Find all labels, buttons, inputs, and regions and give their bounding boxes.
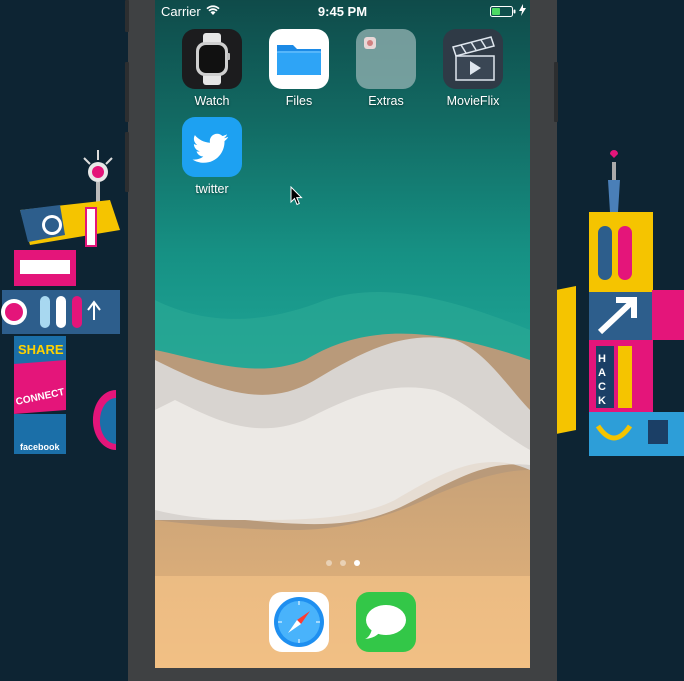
- dock: [155, 576, 530, 668]
- extras-folder-icon: [356, 29, 416, 89]
- app-movieflix[interactable]: MovieFlix: [435, 29, 511, 108]
- app-label-files: Files: [285, 94, 313, 108]
- compass-icon[interactable]: [269, 592, 329, 652]
- facebook-tower-illustration: SHARE CONNECT facebook: [1, 150, 120, 454]
- home-screen: Carrier 9:45 PM Watch Files Extras Movie…: [155, 0, 530, 668]
- speech-bubble-icon[interactable]: [356, 592, 416, 652]
- page-dot[interactable]: [325, 560, 332, 566]
- svg-text:C: C: [598, 381, 606, 393]
- twitter-bird-icon: [182, 117, 242, 177]
- svg-text:H: H: [598, 353, 606, 365]
- folder-icon: [269, 29, 329, 89]
- clapperboard-icon: [443, 29, 503, 89]
- page-dot-active[interactable]: [353, 560, 360, 566]
- page-indicator[interactable]: [155, 560, 530, 568]
- app-label-movieflix: MovieFlix: [446, 94, 500, 108]
- app-files[interactable]: Files: [261, 29, 337, 108]
- mute-switch: [125, 0, 129, 32]
- app-watch[interactable]: Watch: [174, 29, 250, 108]
- volume-up-button: [125, 62, 129, 122]
- app-extras[interactable]: Extras: [348, 29, 424, 108]
- svg-text:facebook: facebook: [20, 442, 61, 452]
- clock-time: 9:45 PM: [317, 4, 368, 19]
- charging-bolt-icon: [519, 4, 526, 16]
- status-bar: Carrier 9:45 PM: [155, 0, 530, 22]
- svg-text:A: A: [598, 367, 606, 379]
- volume-down-button: [125, 132, 129, 192]
- mouse-pointer-icon: [290, 186, 303, 206]
- power-button: [554, 62, 558, 122]
- svg-text:SHARE: SHARE: [18, 342, 64, 357]
- app-label-extras: Extras: [368, 94, 404, 108]
- app-twitter[interactable]: twitter: [174, 117, 250, 196]
- svg-text:K: K: [598, 395, 606, 407]
- app-label-twitter: twitter: [195, 182, 229, 196]
- battery-icon: [490, 6, 516, 17]
- hack-tower-illustration: H A C K: [556, 150, 684, 456]
- app-label-watch: Watch: [194, 94, 230, 108]
- watch-icon: [182, 29, 242, 89]
- page-dot[interactable]: [339, 560, 346, 566]
